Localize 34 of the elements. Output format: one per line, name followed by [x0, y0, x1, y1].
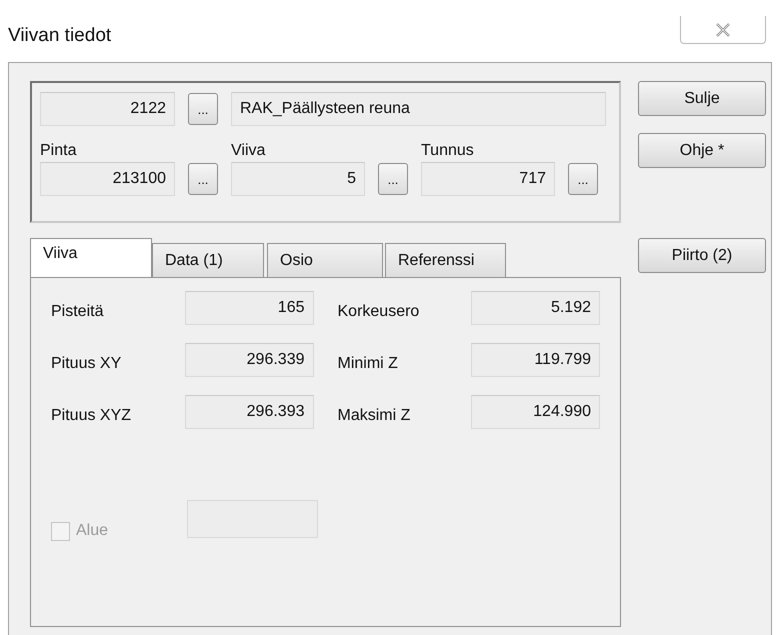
value-field: 717	[421, 162, 555, 196]
tab[interactable]: Osio	[267, 243, 383, 277]
name-field: RAK_Päällysteen reuna	[231, 92, 606, 126]
value-field: 119.799	[471, 343, 600, 377]
field-label: Tunnus	[421, 141, 475, 161]
value-field: 296.393	[184, 395, 314, 429]
tab[interactable]: Referenssi	[385, 243, 506, 277]
browse-button[interactable]: ...	[188, 163, 218, 195]
stat-label: Pituus XYZ	[51, 406, 132, 426]
browse-button[interactable]: ...	[378, 163, 408, 195]
browse-button[interactable]: ...	[188, 93, 218, 125]
value-field: 296.339	[184, 343, 314, 377]
dialog-button[interactable]: Sulje	[638, 81, 766, 116]
value-field: 2122	[40, 92, 175, 126]
stat-label: Pisteitä	[51, 302, 104, 322]
value-field: 5.192	[471, 291, 600, 325]
stat-label: Korkeusero	[336, 302, 420, 322]
tab[interactable]: Data (1)	[152, 243, 264, 277]
field-label: Pinta	[40, 141, 78, 161]
window-title: Viivan tiedot	[8, 24, 112, 48]
browse-button[interactable]: ...	[568, 163, 598, 195]
dialog-button[interactable]: Ohje *	[638, 133, 766, 168]
stat-label: Pituus XY	[51, 354, 122, 374]
field-label: Viiva	[231, 141, 266, 161]
close-icon	[715, 22, 731, 36]
stat-label: Maksimi Z	[336, 406, 412, 426]
value-field: 124.990	[471, 395, 600, 429]
close-button[interactable]	[680, 16, 766, 44]
dialog-button[interactable]: Piirto (2)	[638, 238, 766, 273]
value-field: 165	[184, 291, 314, 325]
value-field: 5	[231, 162, 365, 196]
stat-label: Minimi Z	[336, 354, 399, 374]
tab[interactable]: Viiva	[30, 238, 152, 277]
value-field: 213100	[40, 162, 175, 196]
